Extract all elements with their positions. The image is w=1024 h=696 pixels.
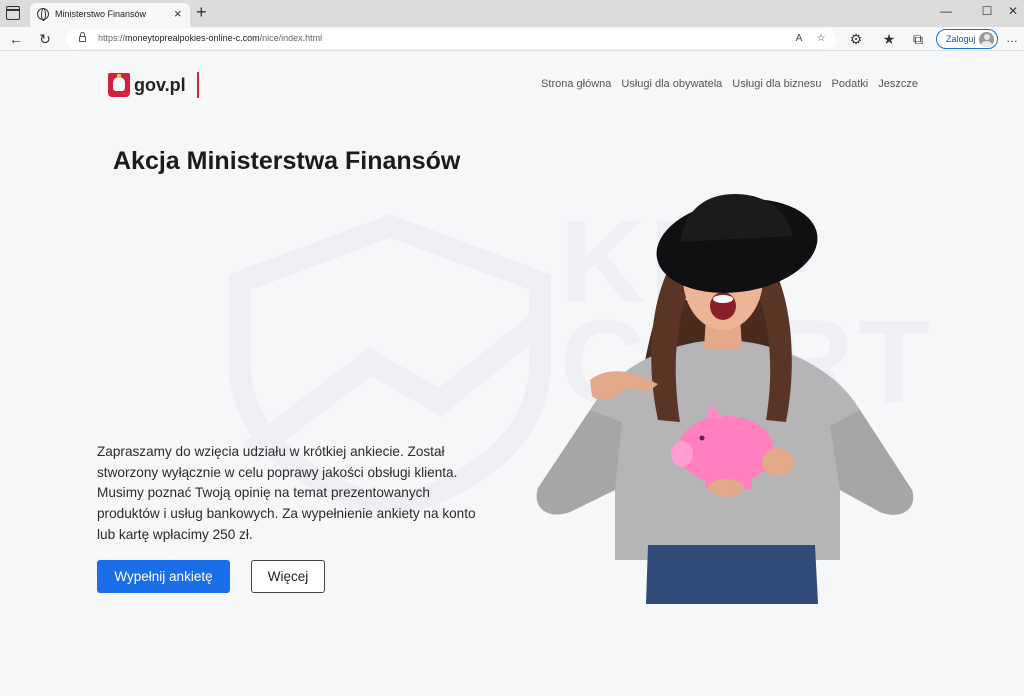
tab-close-icon[interactable]: × <box>174 7 182 20</box>
woman-with-piggy-bank-image <box>536 194 914 604</box>
url-text[interactable]: https://moneytoprealpokies-online-c.com/… <box>98 33 322 43</box>
minimize-icon[interactable]: — <box>936 3 956 19</box>
lock-icon[interactable] <box>79 32 86 42</box>
login-label: Zaloguj <box>946 34 976 44</box>
refresh-icon[interactable]: ↻ <box>35 29 55 49</box>
tab-actions-icon[interactable] <box>6 6 20 20</box>
globe-icon <box>37 8 49 21</box>
nav-item-citizen-services[interactable]: Usługi dla obywatela <box>621 78 722 90</box>
nav-item-home[interactable]: Strona główna <box>541 78 611 90</box>
address-bar[interactable]: https://moneytoprealpokies-online-c.com/… <box>66 29 836 49</box>
polish-eagle-emblem-icon <box>108 73 130 97</box>
page-title: Akcja Ministerstwa Finansów <box>113 147 461 175</box>
more-menu-icon[interactable]: … <box>1006 29 1022 49</box>
url-host: moneytoprealpokies-online-c.com <box>125 33 260 43</box>
browser-toolbar: ← ↻ https://moneytoprealpokies-online-c.… <box>0 27 1024 51</box>
favorites-icon[interactable]: ★ <box>879 29 899 49</box>
window-close-icon[interactable]: ✕ <box>1003 3 1023 19</box>
read-aloud-icon[interactable]: A <box>790 29 808 49</box>
tab-title: Ministerstwo Finansów <box>55 9 147 19</box>
browser-tab-strip: Ministerstwo Finansów × + — ☐ ✕ <box>0 0 1024 27</box>
back-arrow-icon[interactable]: ← <box>6 29 26 49</box>
collections-icon[interactable]: ⧉ <box>908 29 928 49</box>
profile-login-button[interactable]: Zaloguj <box>936 29 998 49</box>
extensions-icon[interactable]: ⚙ <box>846 29 866 49</box>
nav-item-taxes[interactable]: Podatki <box>832 78 869 90</box>
maximize-icon[interactable]: ☐ <box>977 3 997 19</box>
add-favorite-icon[interactable]: ☆ <box>812 29 830 49</box>
top-navigation: Strona główna Usługi dla obywatela Usług… <box>541 78 918 90</box>
url-path: /nice/index.html <box>259 33 323 43</box>
url-scheme: https:// <box>98 33 126 43</box>
logo-divider <box>197 72 199 98</box>
intro-paragraph: Zapraszamy do wzięcia udziału w krótkiej… <box>97 444 476 542</box>
avatar <box>979 32 994 47</box>
page-content: KNFCSIRT gov.pl Strona główna Usługi dla… <box>0 52 1024 696</box>
nav-item-more[interactable]: Jeszcze <box>878 78 918 90</box>
more-button[interactable]: Więcej <box>251 560 325 593</box>
nav-item-business-services[interactable]: Usługi dla biznesu <box>732 78 821 90</box>
new-tab-icon[interactable]: + <box>196 2 207 22</box>
fill-survey-button[interactable]: Wypełnij ankietę <box>97 560 230 593</box>
browser-tab[interactable]: Ministerstwo Finansów × <box>30 3 190 27</box>
logo-text: gov.pl <box>134 75 186 95</box>
